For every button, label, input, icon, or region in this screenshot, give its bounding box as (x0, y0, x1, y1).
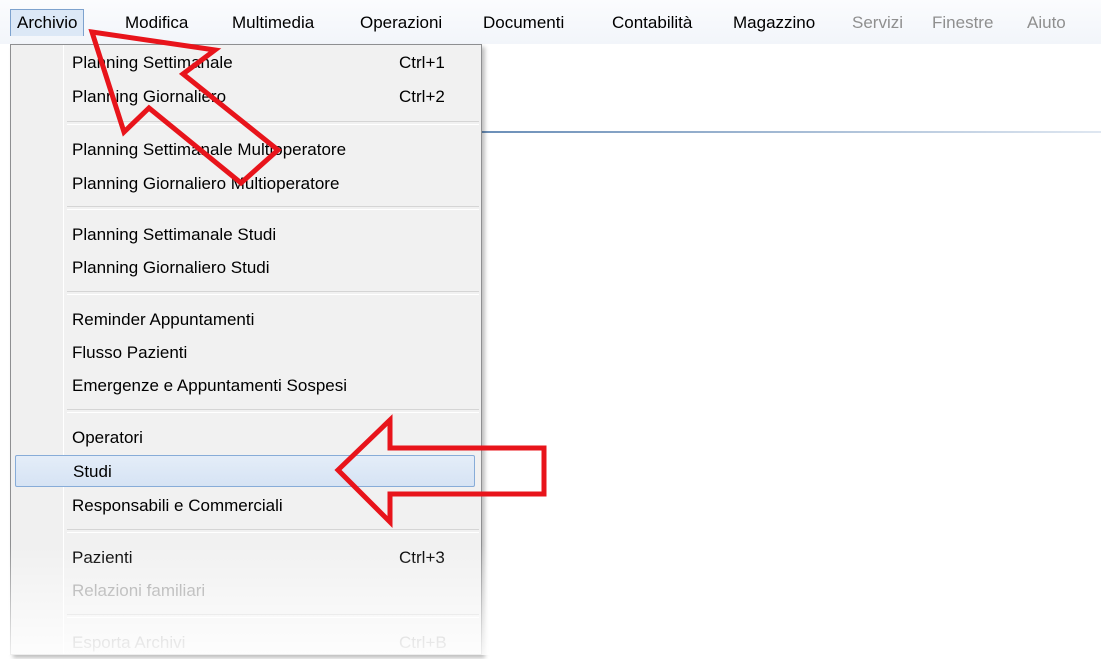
annotation-arrows (88, 28, 547, 529)
arrow-to-studi-item-icon (334, 414, 547, 529)
arrow-to-archivio-menu-icon (88, 28, 282, 187)
